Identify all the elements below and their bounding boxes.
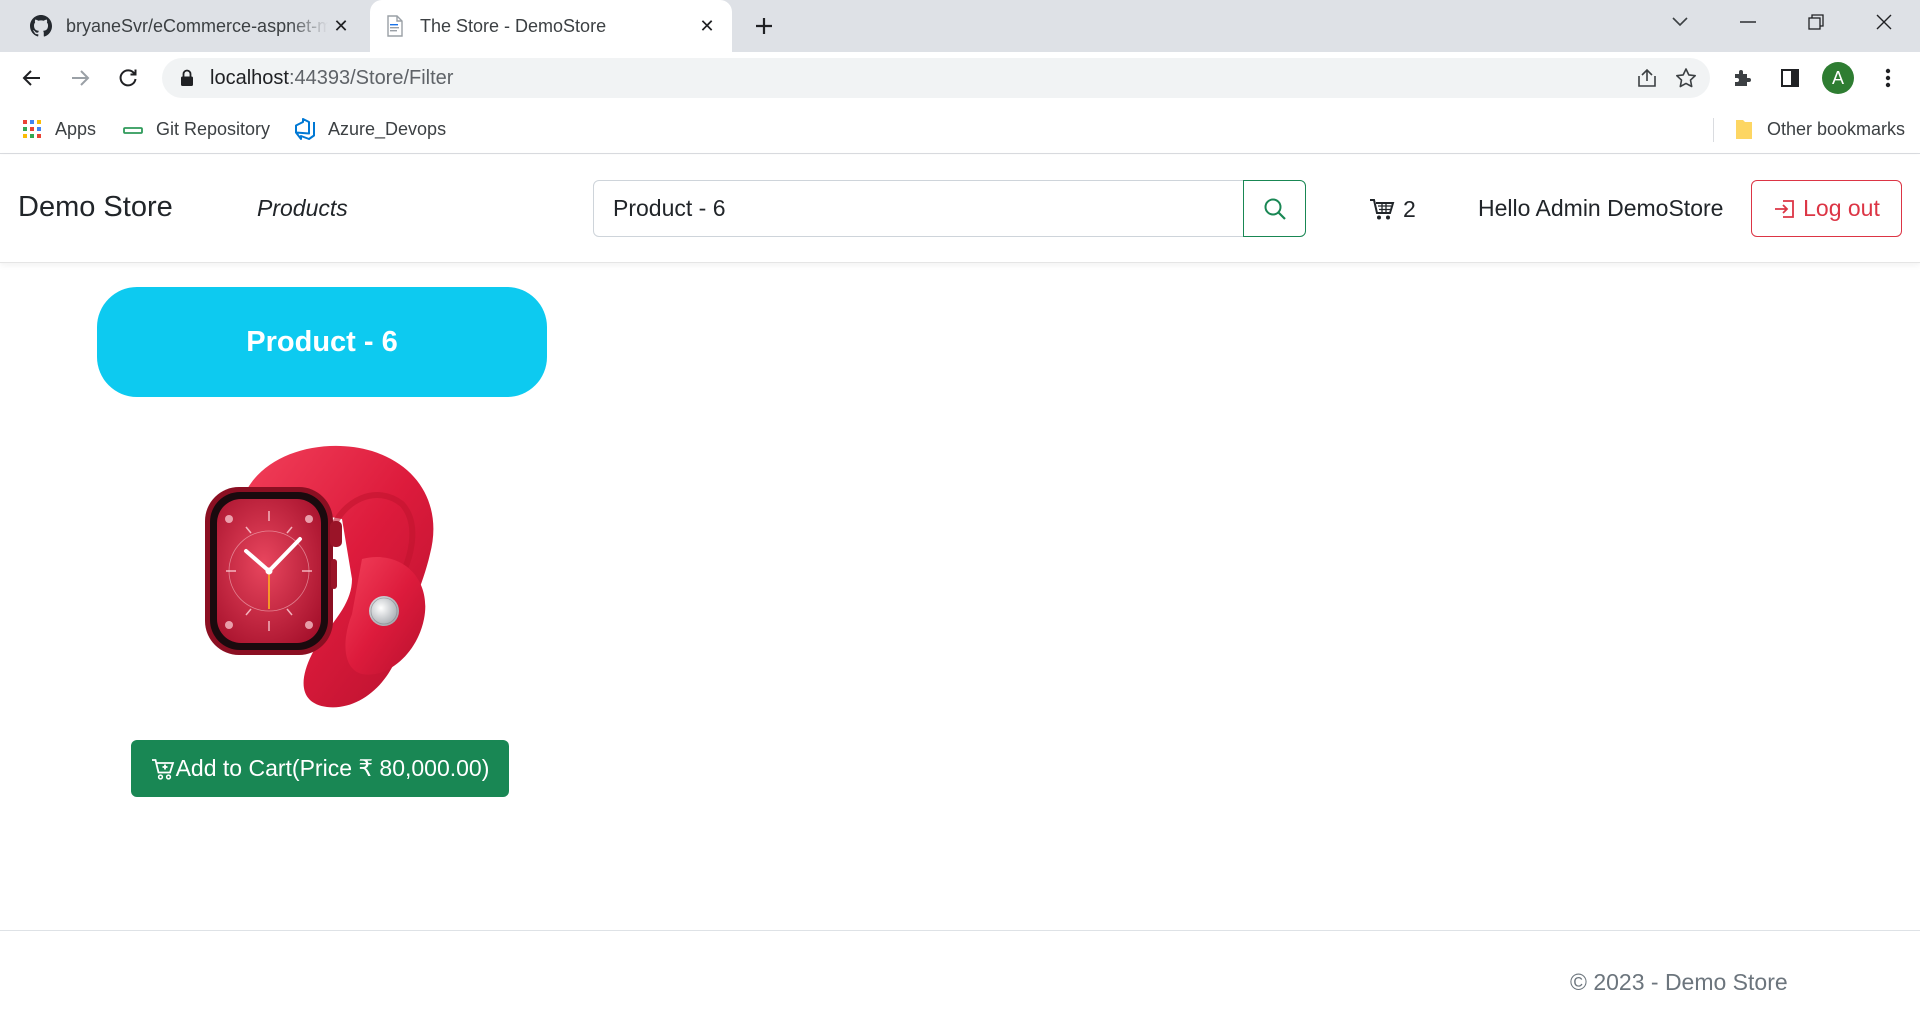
extensions-puzzle-icon[interactable] [1725, 60, 1761, 96]
bookmarks-bar: Apps Git Repository Azure_Devops Other b… [0, 104, 1920, 154]
restore-button[interactable] [1786, 0, 1846, 44]
search-button[interactable] [1243, 180, 1306, 237]
bookmark-other-bookmarks[interactable]: Other bookmarks [1733, 116, 1905, 142]
minimize-icon [1740, 21, 1756, 23]
cart-icon [1369, 197, 1395, 221]
site-navbar: Demo Store Products 2 Hello Admin DemoSt… [0, 155, 1920, 263]
browser-tab-store[interactable]: The Store - DemoStore ✕ [370, 0, 732, 52]
star-icon[interactable] [1674, 66, 1698, 90]
browser-tab-github[interactable]: bryaneSvr/eCommerce-aspnet-mvc ✕ [16, 0, 366, 52]
close-tab-icon[interactable]: ✕ [694, 13, 720, 39]
browser-toolbar: localhost:44393/Store/Filter A [0, 52, 1920, 104]
restore-icon [1808, 14, 1824, 30]
close-window-button[interactable] [1854, 0, 1914, 44]
search-icon [1264, 198, 1286, 220]
url-path: :44393/Store/Filter [288, 66, 454, 89]
folder-icon [1733, 118, 1755, 140]
back-button[interactable] [14, 60, 50, 96]
azure-devops-icon [294, 118, 316, 140]
bookmark-label: Apps [55, 118, 97, 139]
site-footer: © 2023 - Demo Store [0, 930, 1920, 1020]
bookmarks-separator [1713, 118, 1714, 142]
logout-label: Log out [1803, 195, 1880, 221]
url-text: localhost:44393/Store/Filter [210, 67, 453, 90]
share-icon[interactable] [1635, 66, 1659, 90]
minimize-button[interactable] [1718, 0, 1778, 44]
user-greeting: Hello Admin DemoStore [1478, 195, 1724, 221]
side-panel-icon[interactable] [1772, 60, 1808, 96]
add-to-cart-label: Add to Cart(Price ₹ 80,000.00) [175, 755, 490, 781]
address-bar[interactable]: localhost:44393/Store/Filter [162, 58, 1710, 98]
logout-icon [1773, 197, 1797, 221]
browser-tabstrip: bryaneSvr/eCommerce-aspnet-mvc ✕ The Sto… [0, 0, 1920, 52]
reload-icon [119, 69, 137, 87]
search-input[interactable] [593, 180, 1245, 237]
add-to-cart-button[interactable]: Add to Cart(Price ₹ 80,000.00) [131, 740, 509, 797]
cart-count: 2 [1403, 195, 1416, 222]
lock-icon[interactable] [180, 68, 196, 88]
product-title: Product - 6 [97, 287, 547, 397]
github-icon [30, 15, 52, 37]
arrow-right-icon [72, 70, 90, 86]
kebab-menu-icon[interactable] [1870, 60, 1906, 96]
bookmark-azure-devops[interactable]: Azure_Devops [294, 116, 446, 142]
arrow-left-icon [22, 70, 40, 86]
tab-title: bryaneSvr/eCommerce-aspnet-mvc [66, 15, 328, 36]
new-tab-button[interactable] [748, 10, 780, 42]
reload-button[interactable] [110, 60, 146, 96]
nav-link-products[interactable]: Products [257, 195, 348, 222]
red-smartwatch-image [202, 439, 437, 714]
plus-icon [756, 18, 772, 34]
bookmark-git-repository[interactable]: Git Repository [122, 116, 270, 142]
close-icon [1876, 14, 1892, 30]
git-icon [122, 118, 144, 140]
url-host: localhost [210, 66, 289, 89]
bookmark-apps[interactable]: Apps [21, 116, 96, 142]
profile-avatar[interactable]: A [1822, 62, 1854, 94]
forward-button[interactable] [62, 60, 98, 96]
tab-title: The Store - DemoStore [420, 15, 607, 36]
cart-link[interactable]: 2 [1369, 194, 1416, 224]
bookmark-label: Other bookmarks [1767, 118, 1906, 139]
footer-copyright: © 2023 - Demo Store [1570, 969, 1788, 995]
cart-plus-icon [151, 757, 175, 781]
document-icon [384, 15, 406, 37]
product-card: Product - 6 Add to Cart(Price ₹ 80,000.0… [97, 287, 547, 797]
logout-button[interactable]: Log out [1751, 180, 1902, 237]
close-tab-icon[interactable]: ✕ [328, 13, 354, 39]
tab-search-button[interactable] [1650, 0, 1710, 44]
bookmark-label: Azure_Devops [328, 118, 447, 139]
chevron-down-icon [1672, 17, 1688, 27]
brand-link[interactable]: Demo Store [18, 191, 173, 224]
bookmark-label: Git Repository [156, 118, 271, 139]
web-page: Demo Store Products 2 Hello Admin DemoSt… [0, 155, 1920, 1020]
apps-grid-icon [21, 118, 43, 140]
